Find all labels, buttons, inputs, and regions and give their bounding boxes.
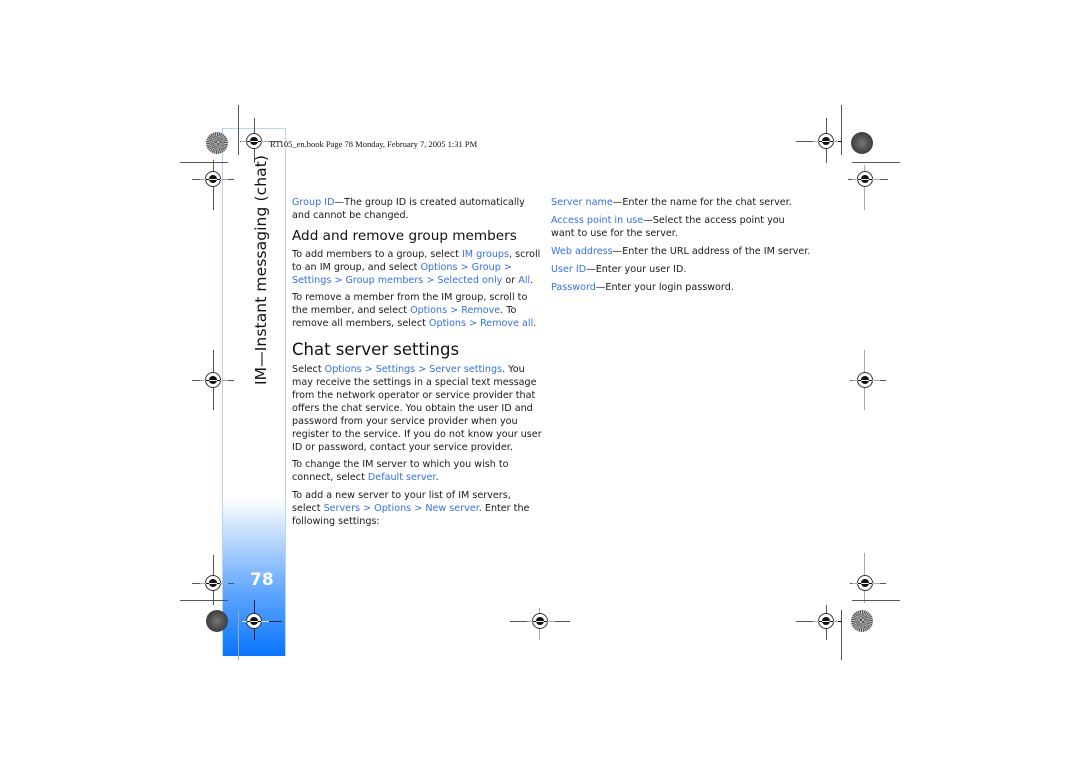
definition-text: —Enter the URL address of the IM server. <box>612 245 811 257</box>
column-right: Server name—Enter the name for the chat … <box>551 197 811 299</box>
menu-path-default-server: Default server <box>367 472 436 484</box>
registration-mark-icon <box>852 171 880 187</box>
definition-text: —Enter your user ID. <box>586 263 687 275</box>
menu-path-im-groups: IM groups <box>461 248 509 260</box>
column-left: Group ID—The group ID is created automat… <box>292 197 542 534</box>
term: Access point in use <box>551 214 644 226</box>
text: . <box>530 274 534 286</box>
group-id-definition: Group ID—The group ID is created automat… <box>292 197 542 223</box>
registration-mark-icon <box>852 372 880 388</box>
registration-mark-icon <box>241 613 269 629</box>
registration-mark-icon <box>527 613 555 629</box>
menu-path-new-server: Servers > Options > New server <box>323 503 479 515</box>
registration-mark-icon <box>241 133 269 149</box>
heading-chat-server-settings: Chat server settings <box>292 340 460 360</box>
text: . <box>533 318 537 330</box>
crop-line <box>180 162 228 163</box>
crop-line <box>180 600 228 601</box>
crop-line <box>841 105 842 155</box>
section-title: IM—Instant messaging (chat) <box>252 154 270 385</box>
setting-password: Password—Enter your login password. <box>551 282 811 295</box>
registration-mark-icon <box>200 575 228 591</box>
color-target-icon <box>851 610 873 632</box>
term: Password <box>551 281 596 293</box>
text: . You may receive the settings in a spec… <box>292 364 542 453</box>
remove-members-paragraph: To remove a member from the IM group, sc… <box>292 292 542 331</box>
color-target-icon <box>206 132 228 154</box>
page-number: 78 <box>250 570 274 590</box>
definition-text: —Enter the name for the chat server. <box>612 197 792 208</box>
registration-mark-icon <box>813 133 841 149</box>
chat-settings-paragraph: Select Options > Settings > Server setti… <box>292 364 542 454</box>
crop-line <box>852 162 900 163</box>
term: Server name <box>551 197 613 208</box>
setting-user-id: User ID—Enter your user ID. <box>551 264 811 277</box>
term: Web address <box>551 245 613 257</box>
new-server-paragraph: To add a new server to your list of IM s… <box>292 490 542 529</box>
registration-mark-icon <box>200 171 228 187</box>
crop-line <box>238 610 239 660</box>
heading-add-remove-members: Add and remove group members <box>292 227 517 244</box>
registration-mark-icon <box>852 575 880 591</box>
text: Select <box>292 364 325 376</box>
crop-line <box>238 105 239 155</box>
setting-access-point: Access point in use—Select the access po… <box>551 215 811 241</box>
registration-mark-icon <box>200 372 228 388</box>
book-header: R1105_en.book Page 78 Monday, February 7… <box>270 139 478 149</box>
color-target-icon <box>206 610 228 632</box>
term: User ID <box>551 263 587 275</box>
menu-path-remove: Options > Remove <box>410 305 501 317</box>
text: . <box>435 472 439 484</box>
text: To add members to a group, select <box>292 248 462 260</box>
color-target-icon <box>851 132 873 154</box>
setting-web-address: Web address—Enter the URL address of the… <box>551 246 811 259</box>
default-server-paragraph: To change the IM server to which you wis… <box>292 459 542 485</box>
setting-server-name: Server name—Enter the name for the chat … <box>551 197 811 210</box>
registration-mark-icon <box>813 613 841 629</box>
crop-line <box>852 600 900 601</box>
term-group-id: Group ID <box>292 197 335 208</box>
definition-text: —Enter your login password. <box>595 281 734 293</box>
menu-path-remove-all: Options > Remove all <box>428 318 534 330</box>
add-members-paragraph: To add members to a group, select IM gro… <box>292 249 542 288</box>
crop-line <box>841 610 842 660</box>
text: or <box>502 274 519 286</box>
menu-path-all: All <box>518 274 531 286</box>
menu-path-server-settings: Options > Settings > Server settings <box>324 364 503 376</box>
